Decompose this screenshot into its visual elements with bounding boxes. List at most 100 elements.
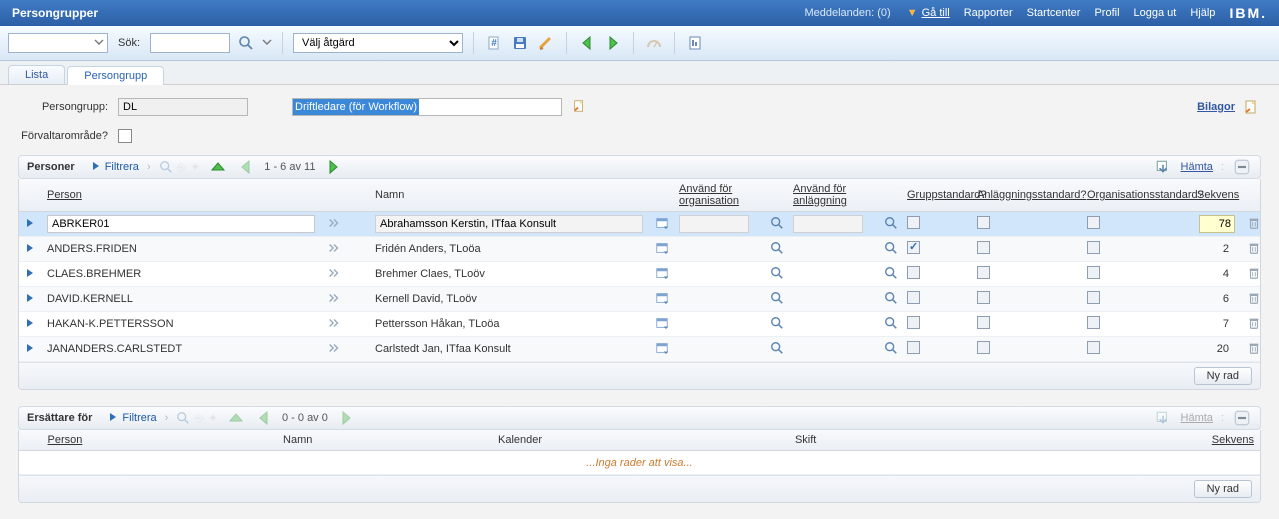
gstd-checkbox[interactable] — [907, 241, 920, 254]
e-col-person[interactable]: Person — [48, 434, 83, 446]
row-toggle-icon[interactable] — [25, 319, 35, 331]
astd-checkbox[interactable] — [977, 266, 990, 279]
detail-menu-icon[interactable] — [327, 271, 341, 283]
col-gstd[interactable]: Gruppstandard? — [907, 189, 987, 201]
namn-input[interactable] — [375, 215, 643, 233]
nav-hjalp[interactable]: Hjälp — [1190, 7, 1215, 19]
namn-detail-icon[interactable] — [655, 271, 669, 283]
row-toggle-icon[interactable] — [25, 344, 35, 356]
personer-prev-icon[interactable] — [236, 157, 256, 177]
trash-icon[interactable] — [1247, 296, 1261, 308]
org-lookup-icon[interactable] — [769, 240, 785, 256]
tab-persongrupp[interactable]: Persongrupp — [67, 66, 164, 85]
detail-menu-icon[interactable] — [327, 221, 341, 233]
ostd-checkbox[interactable] — [1087, 316, 1100, 329]
col-seq[interactable]: Sekvens — [1197, 189, 1239, 201]
ersattare-collapse-icon[interactable] — [1232, 408, 1252, 428]
org-lookup-icon[interactable] — [769, 265, 785, 281]
table-row[interactable]: DAVID.KERNELLKernell David, TLoöv6 — [19, 287, 1261, 312]
namn-detail-icon[interactable] — [655, 246, 669, 258]
collapse-icon[interactable] — [1232, 157, 1252, 177]
quicksearch-recent[interactable] — [8, 33, 108, 53]
col-org[interactable]: Använd för organisation — [679, 183, 739, 207]
table-row[interactable]: JANANDERS.CARLSTEDTCarlstedt Jan, ITfaa … — [19, 337, 1261, 362]
org-lookup-icon[interactable] — [769, 290, 785, 306]
trash-icon[interactable] — [1247, 321, 1261, 333]
tab-lista[interactable]: Lista — [8, 65, 65, 84]
forvalt-checkbox[interactable] — [118, 129, 132, 143]
seq-input[interactable] — [1199, 215, 1235, 233]
astd-checkbox[interactable] — [977, 316, 990, 329]
personer-up-icon[interactable] — [208, 157, 228, 177]
anl-lookup-icon[interactable] — [883, 290, 899, 306]
trash-icon[interactable] — [1247, 221, 1261, 233]
nav-rapporter[interactable]: Rapporter — [964, 7, 1013, 19]
col-astd[interactable]: Anläggningsstandard? — [977, 189, 1086, 201]
ersattare-next-icon[interactable] — [336, 408, 356, 428]
download-icon[interactable] — [1153, 157, 1173, 177]
detail-menu-icon[interactable] — [327, 321, 341, 333]
bilagor-link[interactable]: Bilagor — [1197, 101, 1235, 113]
personer-new-row[interactable]: Ny rad — [1194, 367, 1252, 385]
attach-icon[interactable] — [1241, 97, 1261, 117]
table-row[interactable] — [19, 212, 1261, 237]
ersattare-filter[interactable]: Filtrera — [108, 412, 156, 425]
gstd-checkbox[interactable] — [907, 341, 920, 354]
messages-indicator[interactable]: Meddelanden: (0) — [804, 7, 890, 19]
new-icon[interactable] — [484, 33, 504, 53]
search-input[interactable] — [150, 33, 230, 53]
col-anl[interactable]: Använd för anläggning — [793, 183, 847, 207]
prev-icon[interactable] — [577, 33, 597, 53]
ostd-checkbox[interactable] — [1087, 241, 1100, 254]
clear-icon[interactable] — [536, 33, 556, 53]
trash-icon[interactable] — [1247, 246, 1261, 258]
workflow-icon[interactable] — [644, 33, 664, 53]
ersattare-up-icon[interactable] — [226, 408, 246, 428]
gstd-checkbox[interactable] — [907, 216, 920, 229]
action-select[interactable]: Välj åtgärd — [293, 33, 463, 53]
namn-detail-icon[interactable] — [655, 346, 669, 358]
namn-detail-icon[interactable] — [655, 296, 669, 308]
ostd-checkbox[interactable] — [1087, 291, 1100, 304]
ersattare-prev-icon[interactable] — [254, 408, 274, 428]
namn-detail-icon[interactable] — [655, 221, 669, 233]
row-toggle-icon[interactable] — [25, 294, 35, 306]
group-desc-input[interactable]: Driftledare (för Workflow) — [292, 98, 562, 116]
org-lookup-icon[interactable] — [769, 315, 785, 331]
nav-profil[interactable]: Profil — [1094, 7, 1119, 19]
gstd-checkbox[interactable] — [907, 316, 920, 329]
group-input[interactable] — [118, 98, 248, 116]
astd-checkbox[interactable] — [977, 241, 990, 254]
e-col-seq[interactable]: Sekvens — [1212, 434, 1254, 446]
ostd-checkbox[interactable] — [1087, 266, 1100, 279]
gstd-checkbox[interactable] — [907, 291, 920, 304]
trash-icon[interactable] — [1247, 271, 1261, 283]
ostd-checkbox[interactable] — [1087, 216, 1100, 229]
ersattare-new-row[interactable]: Ny rad — [1194, 480, 1252, 498]
org-input[interactable] — [679, 215, 749, 233]
row-toggle-icon[interactable] — [25, 219, 35, 231]
table-row[interactable]: CLAES.BREHMERBrehmer Claes, TLoöv4 — [19, 262, 1261, 287]
long-desc-icon[interactable] — [572, 99, 586, 116]
org-lookup-icon[interactable] — [769, 215, 785, 231]
personer-filter[interactable]: Filtrera — [91, 161, 139, 174]
person-input[interactable] — [47, 215, 315, 233]
row-toggle-icon[interactable] — [25, 269, 35, 281]
save-icon[interactable] — [510, 33, 530, 53]
anl-input[interactable] — [793, 215, 863, 233]
anl-lookup-icon[interactable] — [883, 265, 899, 281]
personer-fetch[interactable]: Hämta — [1181, 161, 1213, 173]
detail-menu-icon[interactable] — [327, 346, 341, 358]
astd-checkbox[interactable] — [977, 216, 990, 229]
anl-lookup-icon[interactable] — [883, 215, 899, 231]
reports-icon[interactable] — [685, 33, 705, 53]
anl-lookup-icon[interactable] — [883, 315, 899, 331]
col-person[interactable]: Person — [47, 189, 82, 201]
astd-checkbox[interactable] — [977, 291, 990, 304]
row-toggle-icon[interactable] — [25, 244, 35, 256]
table-row[interactable]: HAKAN-K.PETTERSSONPettersson Håkan, TLoö… — [19, 312, 1261, 337]
namn-detail-icon[interactable] — [655, 321, 669, 333]
ostd-checkbox[interactable] — [1087, 341, 1100, 354]
table-row[interactable]: ANDERS.FRIDENFridén Anders, TLoöa2 — [19, 237, 1261, 262]
ersattare-download-icon[interactable] — [1153, 408, 1173, 428]
